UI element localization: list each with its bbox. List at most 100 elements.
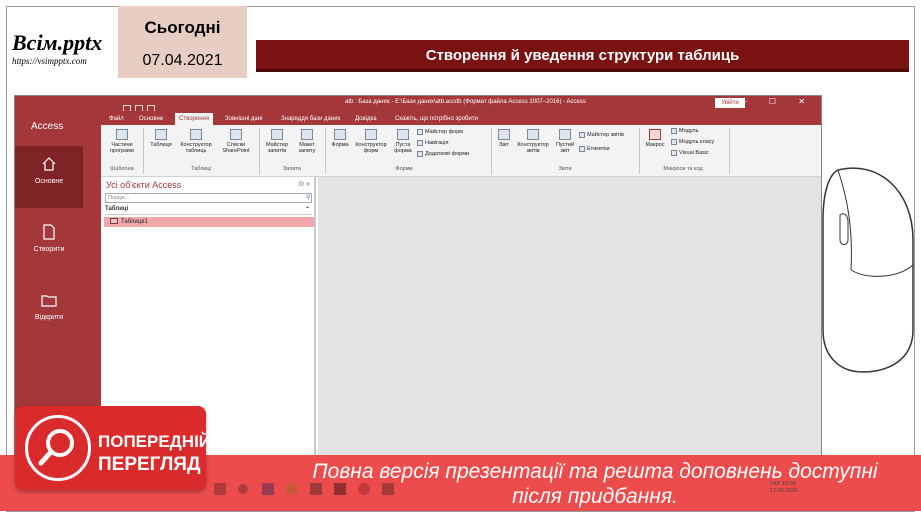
group-reports: Звіти bbox=[558, 166, 572, 172]
report-design-icon bbox=[527, 129, 539, 140]
new-file-icon bbox=[43, 224, 55, 240]
nav-group-label: Таблиці bbox=[105, 206, 129, 212]
class-module-button[interactable]: Модуль класу bbox=[671, 138, 714, 146]
magnifier-glyph bbox=[38, 429, 74, 466]
ribbon-separator bbox=[259, 128, 260, 174]
backstage-item-new[interactable]: Створити bbox=[15, 214, 83, 276]
backstage-item-home[interactable]: Основне bbox=[15, 146, 83, 208]
form-icon bbox=[334, 129, 346, 140]
backstage-title: Access bbox=[31, 121, 64, 132]
magnifier-icon bbox=[25, 415, 91, 481]
module-button[interactable]: Модуль bbox=[671, 127, 699, 135]
taskbar-lang: УКР bbox=[770, 481, 781, 487]
report-button[interactable]: Звіт bbox=[495, 129, 513, 148]
nav-pane-title[interactable]: Усі об'єкти Access bbox=[106, 180, 181, 190]
table-icon bbox=[110, 218, 118, 225]
form-design-button[interactable]: Конструктор форм bbox=[353, 129, 389, 154]
backstage-item-label: Відкрити bbox=[34, 314, 64, 321]
group-queries: Запити bbox=[282, 166, 302, 172]
tab-create[interactable]: Створення bbox=[175, 113, 214, 125]
nav-search-input[interactable]: Пошук... bbox=[105, 193, 312, 203]
report-wizard-icon bbox=[579, 131, 585, 138]
window-title: atb : База даних - E:\Бази даних\atb.acc… bbox=[345, 99, 586, 105]
tab-file[interactable]: Файл bbox=[105, 113, 128, 125]
group-tables: Таблиці bbox=[191, 166, 211, 172]
ribbon-separator bbox=[639, 128, 640, 174]
table-icon bbox=[155, 129, 167, 140]
tab-external-data[interactable]: Зовнішні дані bbox=[221, 113, 266, 125]
form-wizard-button[interactable]: Майстер форм bbox=[417, 128, 463, 136]
macro-icon bbox=[649, 129, 661, 140]
form-button[interactable]: Форма bbox=[329, 129, 351, 148]
workspace-area bbox=[318, 177, 821, 459]
table-button[interactable]: Таблиця bbox=[147, 129, 175, 148]
ribbon-separator bbox=[325, 128, 326, 174]
navigation-button[interactable]: Навігація bbox=[417, 139, 448, 147]
class-module-icon bbox=[671, 138, 677, 145]
taskbar-date: 17.05.2020 bbox=[770, 488, 798, 494]
taskbar-icons bbox=[214, 483, 394, 495]
logo-url: https://vsimpptx.com bbox=[12, 56, 87, 66]
query-wizard-button[interactable]: Майстер запитів bbox=[263, 129, 291, 154]
macro-button[interactable]: Макрос bbox=[643, 129, 667, 148]
backstage-item-label: Створити bbox=[33, 246, 65, 253]
navigation-icon bbox=[417, 139, 423, 146]
visual-basic-button[interactable]: Visual Basic bbox=[671, 149, 709, 157]
preview-badge: ПОПЕРЕДНІЙ ПЕРЕГЛЯД bbox=[15, 406, 211, 490]
window-controls[interactable]: – ☐ ✕ bbox=[742, 97, 815, 106]
computer-mouse-drawing bbox=[822, 167, 914, 373]
app-parts-icon bbox=[116, 129, 128, 140]
app-parts-button[interactable]: Частини програми bbox=[105, 129, 139, 154]
tell-me-box[interactable]: Скажіть, що потрібно зробити bbox=[391, 113, 482, 125]
module-icon bbox=[671, 127, 677, 134]
labels-button[interactable]: Етикетки bbox=[579, 145, 610, 153]
tab-database-tools[interactable]: Знаряддя бази даних bbox=[277, 113, 345, 125]
more-forms-button[interactable]: Додаткові форми bbox=[417, 150, 469, 158]
quick-access-toolbar[interactable] bbox=[123, 99, 183, 112]
slide-title: Створення й уведення структури таблиць bbox=[425, 47, 740, 64]
blank-form-button[interactable]: Пуста форма bbox=[391, 129, 415, 154]
sharepoint-lists-button[interactable]: Списки SharePoint bbox=[217, 129, 255, 154]
date-today-label: Сьогодні bbox=[144, 18, 221, 37]
report-design-button[interactable]: Конструктор звітів bbox=[515, 129, 551, 154]
tab-home[interactable]: Основне bbox=[135, 113, 167, 125]
preview-line1: ПОПЕРЕДНІЙ bbox=[98, 432, 212, 451]
ribbon-tabs: Файл Основне Створення Зовнішні дані Зна… bbox=[101, 111, 821, 125]
more-forms-icon bbox=[417, 150, 423, 157]
window-titlebar: atb : База даних - E:\Бази даних\atb.acc… bbox=[15, 96, 821, 112]
visual-basic-icon bbox=[671, 149, 677, 156]
nav-group-header[interactable]: Таблиці ⌃ bbox=[105, 206, 312, 215]
ribbon-separator bbox=[143, 128, 144, 174]
blank-form-icon bbox=[397, 129, 409, 140]
group-templates: Шаблони bbox=[110, 166, 134, 172]
nav-table-label: Таблиця1 bbox=[121, 219, 148, 225]
group-forms: Форми bbox=[395, 166, 413, 172]
nav-pane-controls[interactable]: ⊙ « bbox=[298, 180, 310, 188]
tab-help[interactable]: Довідка bbox=[351, 113, 381, 125]
group-macros: Макроси та код bbox=[663, 166, 703, 172]
blank-report-icon bbox=[559, 129, 571, 140]
table-design-button[interactable]: Конструктор таблиць bbox=[177, 129, 215, 154]
query-design-icon bbox=[301, 129, 313, 140]
ribbon-separator bbox=[491, 128, 492, 174]
site-logo: Всім.pptx https://vsimpptx.com bbox=[12, 30, 112, 74]
blank-report-button[interactable]: Пустий звіт bbox=[553, 129, 577, 154]
query-design-button[interactable]: Макет запиту bbox=[293, 129, 321, 154]
report-icon bbox=[498, 129, 510, 140]
ribbon: Частини програми Шаблони Таблиця Констру… bbox=[101, 125, 821, 177]
taskbar-time: 16:06 bbox=[781, 481, 796, 487]
search-icon[interactable]: ⚲ bbox=[306, 194, 313, 201]
backstage-item-open[interactable]: Відкрити bbox=[15, 282, 83, 344]
backstage-item-label: Основне bbox=[34, 178, 64, 185]
collapse-icon[interactable]: ⌃ bbox=[305, 206, 310, 213]
report-wizard-button[interactable]: Майстер звітів bbox=[579, 131, 624, 139]
date-box: Сьогодні 07.04.2021 bbox=[118, 6, 247, 78]
taskbar-clock: УКР 16:06 17.05.2020 bbox=[770, 481, 798, 495]
home-icon bbox=[42, 157, 56, 171]
nav-table-item[interactable]: Таблиця1 bbox=[104, 217, 314, 227]
ribbon-separator bbox=[729, 128, 730, 174]
sharepoint-icon bbox=[230, 129, 242, 140]
logo-main-text: Всім.pptx bbox=[12, 30, 103, 55]
signin-button[interactable]: Увійти bbox=[715, 98, 745, 108]
table-design-icon bbox=[190, 129, 202, 140]
